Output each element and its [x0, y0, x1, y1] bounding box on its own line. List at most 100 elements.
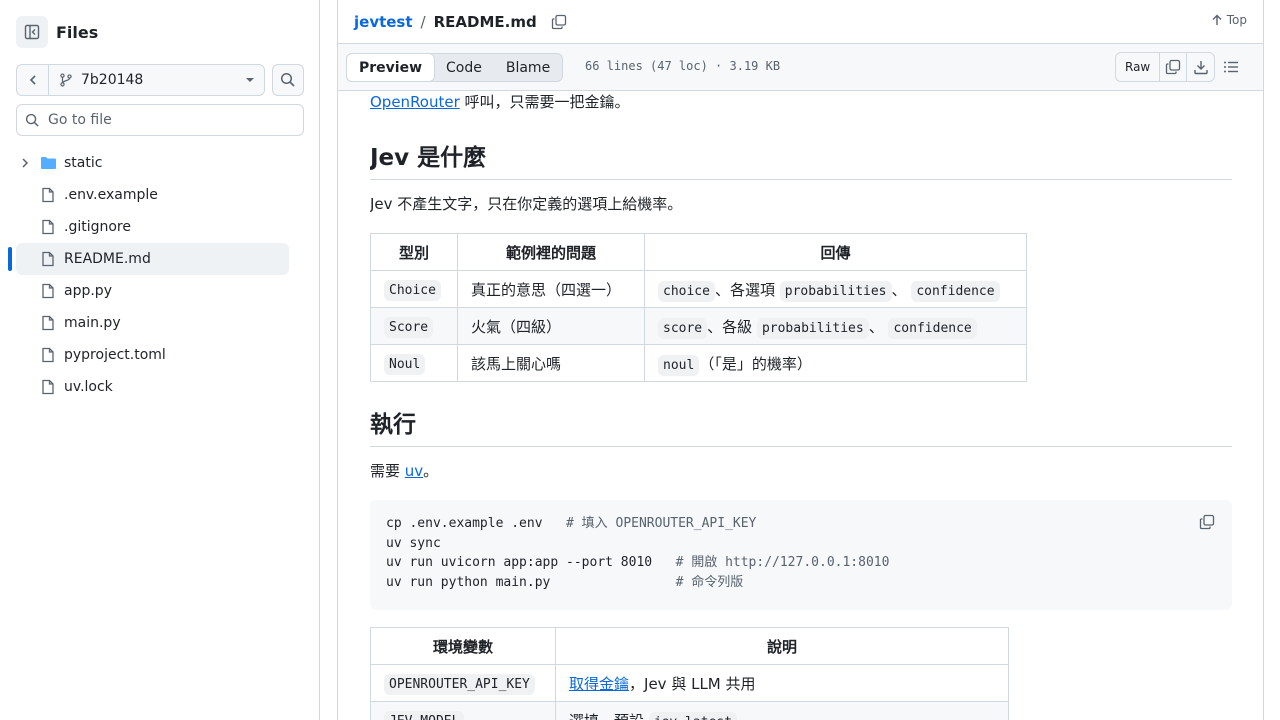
- copy-code-button[interactable]: [1199, 514, 1215, 534]
- table-row: JEV_MODEL 選填，預設 jev-latest: [370, 701, 1009, 720]
- file-icon: [42, 315, 54, 331]
- breadcrumb: jevtest / README.md Top: [338, 0, 1263, 44]
- return-code: score: [658, 317, 708, 339]
- tree-item-label: README.md: [64, 251, 151, 267]
- file-viewer: jevtest / README.md Top Preview Code Bla…: [337, 0, 1264, 720]
- tree-item-readme[interactable]: README.md: [8, 243, 289, 275]
- env-var-code: JEV_MODEL: [384, 711, 465, 720]
- branch-selector[interactable]: 7b20148: [16, 64, 265, 96]
- outline-button[interactable]: [1223, 59, 1239, 79]
- tree-item-pyproject[interactable]: pyproject.toml: [16, 339, 289, 371]
- return-code: probabilities: [756, 317, 869, 339]
- tab-preview[interactable]: Preview: [346, 53, 436, 82]
- collapse-sidebar-button[interactable]: [16, 16, 48, 48]
- env-description: ，Jev 與 LLM 共用: [629, 674, 756, 693]
- table-cell: noul （「是」的機率）: [644, 344, 1027, 382]
- return-text: 、各選項: [714, 280, 775, 299]
- view-mode-tabs: Preview Code Blame: [346, 53, 564, 82]
- tree-item-uv-lock[interactable]: uv.lock: [16, 371, 289, 403]
- table-header: 說明: [555, 627, 1009, 665]
- intro-paragraph: OpenRouter 呼叫，只需要一把金鑰。: [370, 91, 630, 113]
- raw-button[interactable]: Raw: [1116, 53, 1161, 81]
- list-unordered-icon: [1224, 61, 1238, 73]
- copy-raw-button[interactable]: [1160, 53, 1188, 81]
- file-icon: [42, 187, 54, 203]
- run-text: 需要: [370, 462, 405, 480]
- tree-item-gitignore[interactable]: .gitignore: [16, 211, 289, 243]
- run-text-end: 。: [423, 462, 439, 480]
- default-code: jev-latest: [648, 711, 738, 720]
- file-tree-sidebar: Files 7b20148 Go to file static .env.exa…: [0, 0, 320, 720]
- table-header: 環境變數: [370, 627, 556, 665]
- table-cell: JEV_MODEL: [370, 701, 556, 720]
- code-comment: # 填入 OPENROUTER_API_KEY: [566, 516, 757, 531]
- code-block: cp .env.example .env # 填入 OPENROUTER_API…: [370, 500, 1232, 610]
- table-row: Noul 該馬上關心嗎 noul （「是」的機率）: [370, 344, 1027, 382]
- tree-item-static[interactable]: static: [16, 147, 289, 179]
- env-description: 選填，預設: [569, 712, 649, 720]
- return-code: probabilities: [779, 280, 892, 302]
- download-icon: [1194, 61, 1208, 75]
- table-cell: 該馬上關心嗎: [457, 344, 645, 382]
- branch-dropdown-caret[interactable]: [236, 75, 264, 85]
- tab-blame[interactable]: Blame: [494, 54, 562, 81]
- go-to-file-placeholder: Go to file: [48, 112, 112, 128]
- breadcrumb-file-name: README.md: [433, 12, 537, 31]
- branch-label: 7b20148: [81, 72, 144, 88]
- download-button[interactable]: [1187, 53, 1214, 81]
- tree-item-label: uv.lock: [64, 379, 113, 395]
- copy-icon: [1166, 59, 1181, 75]
- tab-code[interactable]: Code: [434, 54, 494, 81]
- table-row: Choice 真正的意思（四選一） choice 、各選項 probabiliti…: [370, 270, 1027, 308]
- table-cell: Noul: [370, 344, 458, 382]
- tree-item-label: .gitignore: [64, 219, 131, 235]
- types-table: 型別 範例裡的問題 回傳 Choice 真正的意思（四選一） choice 、各選…: [370, 233, 1027, 382]
- what-paragraph: Jev 不產生文字，只在你定義的選項上給機率。: [370, 195, 683, 213]
- branch-row: 7b20148: [16, 64, 304, 96]
- get-key-link[interactable]: 取得金鑰: [569, 675, 629, 693]
- back-button[interactable]: [17, 65, 49, 95]
- tree-item-app-py[interactable]: app.py: [16, 275, 289, 307]
- return-text: 、: [891, 280, 907, 299]
- breadcrumb-separator: /: [420, 12, 426, 31]
- table-header: 型別: [370, 233, 458, 271]
- run-paragraph: 需要 uv。: [370, 460, 438, 482]
- file-tree: static .env.example .gitignore README.md…: [8, 147, 289, 403]
- table-cell: 火氣（四級）: [457, 307, 645, 345]
- heading-run: 執行: [370, 405, 1232, 447]
- copy-path-button[interactable]: [551, 14, 567, 30]
- caret-down-icon: [246, 78, 254, 82]
- env-table: 環境變數 說明 OPENROUTER_API_KEY 取得金鑰，Jev 與 LL…: [370, 627, 1009, 720]
- code-command: uv run uvicorn app:app --port 8010: [386, 555, 676, 570]
- file-icon: [42, 251, 54, 267]
- table-header: 範例裡的問題: [457, 233, 645, 271]
- code-line: uv run python main.py # 命令列版: [386, 575, 743, 590]
- sidebar-title: Files: [56, 22, 99, 42]
- branch-name[interactable]: 7b20148: [49, 72, 236, 88]
- return-code: choice: [658, 280, 715, 302]
- file-info: 66 lines (47 loc) · 3.19 KB: [585, 59, 781, 73]
- table-cell: 取得金鑰，Jev 與 LLM 共用: [555, 664, 1009, 702]
- git-branch-icon: [60, 73, 72, 87]
- copy-icon: [1199, 514, 1215, 530]
- file-toolbar: Preview Code Blame 66 lines (47 loc) · 3…: [338, 44, 1263, 91]
- code-comment: # 開啟 http://127.0.0.1:8010: [675, 555, 890, 570]
- breadcrumb-repo-link[interactable]: jevtest: [354, 13, 413, 31]
- chevron-left-icon: [29, 75, 36, 85]
- table-header: 回傳: [644, 233, 1027, 271]
- table-header-row: 型別 範例裡的問題 回傳: [370, 233, 1027, 271]
- return-code: noul: [658, 354, 700, 376]
- tree-item-main-py[interactable]: main.py: [16, 307, 289, 339]
- code-line: uv sync: [386, 536, 441, 551]
- table-cell: 選填，預設 jev-latest: [555, 701, 1009, 720]
- uv-link[interactable]: uv: [405, 462, 423, 480]
- openrouter-link[interactable]: OpenRouter: [370, 93, 460, 111]
- tree-item-env-example[interactable]: .env.example: [16, 179, 289, 211]
- go-to-file-input[interactable]: Go to file: [16, 104, 304, 136]
- tree-item-label: pyproject.toml: [64, 347, 166, 363]
- top-button[interactable]: Top: [1211, 13, 1247, 27]
- return-code: confidence: [888, 317, 977, 339]
- sidebar-collapse-icon: [24, 24, 40, 40]
- chevron-right-icon[interactable]: [18, 156, 32, 170]
- search-files-button[interactable]: [272, 64, 304, 96]
